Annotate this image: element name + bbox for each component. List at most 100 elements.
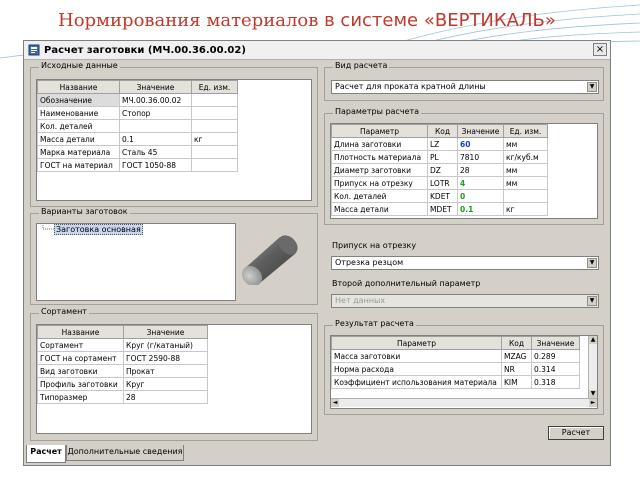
cell: MDET (427, 202, 458, 216)
cell: Кол. деталей (331, 189, 428, 203)
table-row[interactable]: Обозначение МЧ.00.36.00.02 (37, 93, 238, 107)
table-row[interactable]: Коэффициент использования материала KIM 0.… (331, 375, 580, 389)
cell[interactable]: 0.1 (119, 132, 192, 146)
cell[interactable]: Круг (г/катаный) (123, 338, 208, 352)
cell[interactable]: кг (191, 132, 238, 146)
table-row[interactable]: ГОСТ на материал ГОСТ 1050-88 (37, 158, 238, 172)
cell[interactable]: Стопор (119, 106, 192, 120)
scroll-right-icon[interactable]: ► (589, 399, 597, 407)
params-col-param[interactable]: Параметр (331, 124, 428, 138)
cell: кг (503, 202, 548, 216)
table-row[interactable]: Кол. деталей (37, 119, 238, 133)
table-row[interactable]: Диаметр заготовки DZ 28 мм (331, 163, 548, 177)
cell[interactable]: Сталь 45 (119, 145, 192, 159)
sortament-title: Сортамент (39, 307, 89, 316)
variant-item[interactable]: Заготовка основная (54, 224, 143, 235)
cell: Обозначение (37, 93, 120, 107)
cell[interactable] (191, 93, 238, 107)
table-row[interactable]: Масса заготовки MZAG 0.289 (331, 349, 580, 363)
calc-type-select[interactable]: Расчет для проката кратной длины ▼ (331, 80, 599, 94)
cell[interactable]: 60 (457, 137, 504, 151)
table-row[interactable]: ГОСТ на сортамент ГОСТ 2590-88 (37, 351, 208, 365)
scroll-left-icon[interactable]: ◄ (331, 399, 339, 407)
result-col-code[interactable]: Код (501, 336, 532, 350)
chevron-down-icon[interactable]: ▼ (587, 258, 597, 268)
table-row[interactable]: Масса детали 0.1 кг (37, 132, 238, 146)
params-col-value[interactable]: Значение (457, 124, 504, 138)
cell[interactable] (191, 106, 238, 120)
tab-calc[interactable]: Расчет (26, 445, 66, 463)
cell: NR (501, 362, 532, 376)
cell[interactable]: Прокат (123, 364, 208, 378)
chevron-down-icon[interactable]: ▼ (587, 82, 597, 92)
sortament-col-value[interactable]: Значение (123, 325, 208, 339)
second-param-label: Второй дополнительный параметр (332, 279, 481, 288)
cell[interactable]: Круг (123, 377, 208, 391)
table-row[interactable]: Плотность материала PL 7810 кг/куб.м (331, 150, 548, 164)
sortament-table: Название Значение Сортамент Круг (г/катан… (37, 325, 208, 404)
cell (503, 189, 548, 203)
source-col-name[interactable]: Название (37, 80, 120, 94)
allowance-select[interactable]: Отрезка резцом ▼ (331, 256, 599, 270)
cell[interactable] (191, 158, 238, 172)
cell[interactable] (119, 119, 192, 133)
table-row[interactable]: Профиль заготовки Круг (37, 377, 208, 391)
table-row[interactable]: Сортамент Круг (г/катаный) (37, 338, 208, 352)
params-title: Параметры расчета (333, 107, 422, 116)
result-col-value[interactable]: Значение (531, 336, 580, 350)
result-col-param[interactable]: Параметр (331, 336, 502, 350)
cell[interactable]: 28 (457, 163, 504, 177)
cell[interactable]: 4 (457, 176, 504, 190)
calc-type-title: Вид расчета (333, 61, 390, 70)
cell[interactable]: ГОСТ 1050-88 (119, 158, 192, 172)
tab-additional-info[interactable]: Дополнительные сведения (66, 445, 184, 461)
result-title: Результат расчета (333, 319, 416, 328)
slide-title-main: Нормирования материалов (58, 10, 319, 31)
params-col-unit[interactable]: Ед. изм. (503, 124, 548, 138)
table-row[interactable]: Масса детали MDET 0.1 кг (331, 202, 548, 216)
result-vertical-scrollbar[interactable]: ▲ ▼ (588, 336, 597, 398)
cell[interactable]: ГОСТ 2590-88 (123, 351, 208, 365)
table-row[interactable]: Вид заготовки Прокат (37, 364, 208, 378)
cell[interactable]: 28 (123, 390, 208, 404)
chevron-down-icon[interactable]: ▼ (587, 296, 597, 306)
cell[interactable]: 0 (457, 189, 504, 203)
bottom-tabs: Расчет Дополнительные сведения (24, 445, 610, 465)
table-row[interactable]: Норма расхода NR 0.314 (331, 362, 580, 376)
cell[interactable] (191, 119, 238, 133)
scroll-up-icon[interactable]: ▲ (589, 336, 597, 344)
cell: Норма расхода (331, 362, 502, 376)
variant-item-label: Заготовка основная (54, 224, 143, 235)
close-button[interactable]: × (593, 43, 607, 56)
calculate-button[interactable]: Расчет (548, 426, 604, 440)
table-row[interactable]: Наименование Стопор (37, 106, 238, 120)
cell: мм (503, 137, 548, 151)
cell: Припуск на отрезку (331, 176, 428, 190)
cell: Марка материала (37, 145, 120, 159)
result-horizontal-scrollbar[interactable]: ◄ ► (331, 398, 597, 407)
window-titlebar[interactable]: Расчет заготовки (МЧ.00.36.00.02) × (24, 41, 610, 60)
cell[interactable] (191, 145, 238, 159)
source-col-unit[interactable]: Ед. изм. (191, 80, 238, 94)
cell: Масса детали (331, 202, 428, 216)
table-row[interactable]: Типоразмер 28 (37, 390, 208, 404)
cell: Масса детали (37, 132, 120, 146)
cell[interactable]: МЧ.00.36.00.02 (119, 93, 192, 107)
params-col-code[interactable]: Код (427, 124, 458, 138)
table-row[interactable]: Марка материала Сталь 45 (37, 145, 238, 159)
cell[interactable]: 0.1 (457, 202, 504, 216)
cell[interactable]: 7810 (457, 150, 504, 164)
scroll-down-icon[interactable]: ▼ (589, 390, 597, 398)
table-row[interactable]: Кол. деталей KDET 0 (331, 189, 548, 203)
table-row[interactable]: Длина заготовки LZ 60 мм (331, 137, 548, 151)
calc-type-value: Расчет для проката кратной длины (335, 82, 486, 91)
cell: MZAG (501, 349, 532, 363)
table-row[interactable]: Припуск на отрезку LOTR 4 мм (331, 176, 548, 190)
cell: 0.314 (531, 362, 580, 376)
variants-title: Варианты заготовок (39, 207, 130, 216)
params-table: Параметр Код Значение Ед. изм. Длина заг… (331, 124, 548, 216)
sortament-col-name[interactable]: Название (37, 325, 124, 339)
source-col-value[interactable]: Значение (119, 80, 192, 94)
second-param-select[interactable]: Нет данных ▼ (331, 294, 599, 308)
cell: мм (503, 163, 548, 177)
